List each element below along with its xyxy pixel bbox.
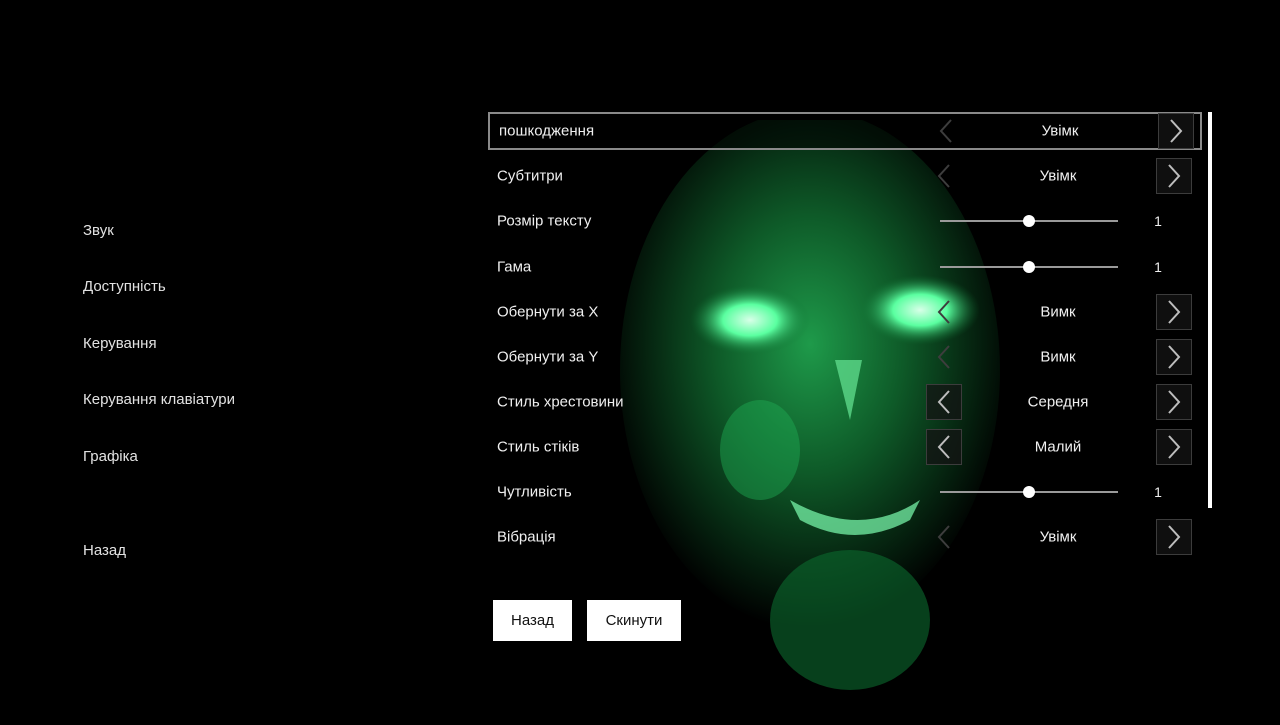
setting-row[interactable]: пошкодження Увімк	[488, 112, 1202, 150]
setting-row[interactable]: Вібрація Увімк	[488, 518, 1202, 556]
setting-label: Обернути за Y	[497, 348, 599, 366]
next-option-arrow-icon[interactable]	[1156, 294, 1192, 330]
next-option-arrow-icon[interactable]	[1156, 384, 1192, 420]
setting-row[interactable]: Субтитри Увімк	[488, 157, 1202, 195]
setting-label: Вібрація	[497, 528, 556, 546]
slider-thumb[interactable]	[1023, 261, 1035, 273]
setting-value: Вимк	[1040, 348, 1076, 366]
slider-thumb[interactable]	[1023, 486, 1035, 498]
setting-label: Гама	[497, 258, 532, 276]
menu-back-link[interactable]: Назад	[83, 542, 126, 559]
setting-label: Обернути за X	[497, 303, 599, 321]
setting-row[interactable]: Розмір тексту 1	[488, 202, 1202, 240]
setting-slider[interactable]	[940, 484, 1118, 500]
setting-label: Стиль хрестовини	[497, 393, 624, 411]
previous-option-arrow-icon[interactable]	[928, 113, 964, 149]
setting-value: Вимк	[1040, 303, 1076, 321]
setting-value: Середня	[1027, 393, 1089, 411]
category-menu: Звук Доступність Керування Керування кла…	[83, 0, 383, 720]
reset-button[interactable]: Скинути	[587, 600, 681, 641]
setting-value: Увімк	[1039, 528, 1077, 546]
setting-label: Субтитри	[497, 167, 563, 185]
slider-thumb[interactable]	[1023, 215, 1035, 227]
setting-label: Стиль стіків	[497, 438, 580, 456]
setting-row[interactable]: Чутливість 1	[488, 473, 1202, 511]
setting-row[interactable]: Гама 1	[488, 248, 1202, 286]
menu-item-controls[interactable]: Керування	[83, 335, 157, 352]
settings-scrollbar[interactable]	[1208, 112, 1212, 508]
menu-item-accessibility[interactable]: Доступність	[83, 278, 166, 295]
setting-value: Малий	[1034, 438, 1082, 456]
menu-item-graphics[interactable]: Графіка	[83, 448, 138, 465]
previous-option-arrow-icon[interactable]	[926, 339, 962, 375]
next-option-arrow-icon[interactable]	[1156, 158, 1192, 194]
previous-option-arrow-icon[interactable]	[926, 384, 962, 420]
menu-item-keyboard-controls[interactable]: Керування клавіатури	[83, 391, 235, 408]
setting-row[interactable]: Обернути за Y Вимк	[488, 338, 1202, 376]
menu-item-sound[interactable]: Звук	[83, 222, 114, 239]
previous-option-arrow-icon[interactable]	[926, 519, 962, 555]
previous-option-arrow-icon[interactable]	[926, 429, 962, 465]
slider-value: 1	[1154, 213, 1162, 229]
setting-label: Розмір тексту	[497, 212, 592, 230]
setting-slider[interactable]	[940, 259, 1118, 275]
back-button[interactable]: Назад	[493, 600, 572, 641]
next-option-arrow-icon[interactable]	[1156, 429, 1192, 465]
next-option-arrow-icon[interactable]	[1156, 339, 1192, 375]
setting-label: пошкодження	[499, 122, 595, 140]
setting-row[interactable]: Стиль стіків Малий	[488, 428, 1202, 466]
setting-slider[interactable]	[940, 213, 1118, 229]
previous-option-arrow-icon[interactable]	[926, 294, 962, 330]
slider-value: 1	[1154, 259, 1162, 275]
setting-row[interactable]: Стиль хрестовини Середня	[488, 383, 1202, 421]
setting-label: Чутливість	[497, 483, 572, 501]
setting-value: Увімк	[1041, 122, 1079, 140]
slider-value: 1	[1154, 484, 1162, 500]
setting-row[interactable]: Обернути за X Вимк	[488, 293, 1202, 331]
settings-list: пошкодження Увімк Субтитри Увімк Розмір текс…	[488, 112, 1206, 572]
next-option-arrow-icon[interactable]	[1156, 519, 1192, 555]
setting-value: Увімк	[1039, 167, 1077, 185]
next-option-arrow-icon[interactable]	[1158, 113, 1194, 149]
previous-option-arrow-icon[interactable]	[926, 158, 962, 194]
